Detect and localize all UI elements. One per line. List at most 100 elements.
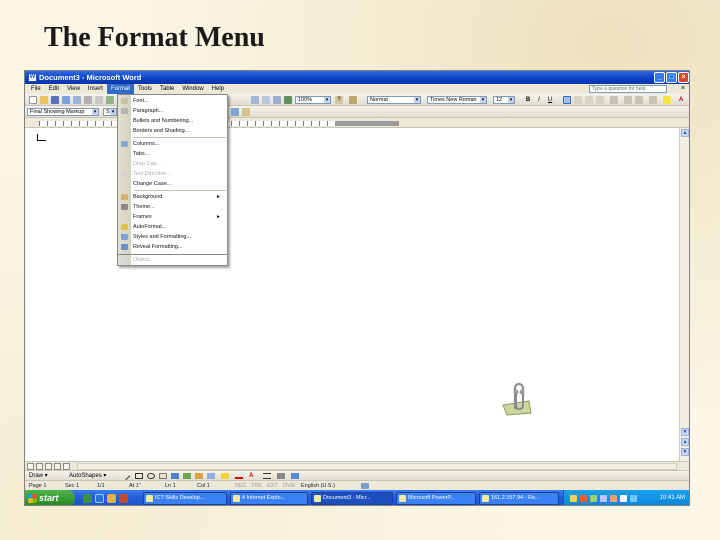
menu-tools[interactable]: Tools [134, 84, 156, 94]
wordart-icon[interactable] [171, 473, 179, 479]
task-document3-word[interactable]: Document3 - Micr... [311, 492, 393, 505]
word-app-icon[interactable]: W [28, 73, 37, 82]
bullets-icon[interactable] [635, 96, 643, 104]
menu-view[interactable]: View [63, 84, 84, 94]
columns-icon[interactable] [273, 96, 281, 104]
indent-icon[interactable] [649, 96, 657, 104]
office-assistant-paperclip-icon[interactable] [495, 381, 535, 417]
previous-page-icon[interactable]: ▲ [681, 438, 689, 446]
menu-item-borders-shading[interactable]: Borders and Shading... [118, 126, 227, 136]
vertical-scrollbar[interactable]: ▲ ▼ ▲ ▼ [679, 128, 689, 461]
menu-item-bullets-numbering[interactable]: Bullets and Numbering... [118, 116, 227, 126]
align-right-icon[interactable] [585, 96, 593, 104]
close-window-button[interactable]: × [678, 72, 689, 83]
numbering-icon[interactable] [624, 96, 632, 104]
next-page-icon[interactable]: ▼ [681, 448, 689, 456]
menu-item-frames[interactable]: Frames ► [118, 212, 227, 222]
menu-item-theme[interactable]: Theme... [118, 202, 227, 212]
spelling-icon[interactable] [106, 96, 114, 104]
quicklaunch-desktop-icon[interactable] [83, 494, 92, 503]
shadow-icon[interactable] [277, 473, 285, 479]
insert-excel-icon[interactable] [262, 96, 270, 104]
window-titlebar[interactable]: W Document3 - Microsoft Word _ □ × [25, 71, 689, 84]
show-markup-menu[interactable]: Show [103, 108, 117, 116]
menu-file[interactable]: File [27, 84, 45, 94]
tray-icon-1[interactable] [570, 495, 577, 502]
menu-insert[interactable]: Insert [84, 84, 107, 94]
new-document-icon[interactable] [29, 96, 37, 104]
normal-view-button[interactable] [27, 463, 34, 470]
font-size-select[interactable]: 12 [493, 96, 515, 104]
web-layout-button[interactable] [36, 463, 43, 470]
line-color-icon[interactable] [235, 473, 243, 479]
print-layout-button[interactable] [45, 463, 52, 470]
email-icon[interactable] [73, 96, 81, 104]
style-select[interactable]: Normal [367, 96, 421, 104]
line-style-icon[interactable] [263, 473, 271, 479]
start-button[interactable]: start [25, 490, 75, 505]
display-for-review-select[interactable]: Final Showing Markup [27, 108, 99, 116]
zoom-select[interactable]: 100% [295, 96, 331, 104]
menu-item-background[interactable]: Background ► [118, 192, 227, 202]
font-color-icon[interactable]: A [677, 96, 685, 104]
textbox-tool-icon[interactable] [159, 473, 167, 479]
task-remote-desktop[interactable]: 161.2.157.94 - Re... [479, 492, 559, 505]
menu-item-styles-formatting[interactable]: Styles and Formatting... [118, 232, 227, 242]
print-preview-icon[interactable] [95, 96, 103, 104]
menu-item-autoformat[interactable]: AutoFormat... [118, 222, 227, 232]
table-icon[interactable] [251, 96, 259, 104]
drawing-icon[interactable] [284, 96, 292, 104]
line-spacing-icon[interactable] [610, 96, 618, 104]
quicklaunch-ie-icon[interactable] [95, 494, 104, 503]
oval-tool-icon[interactable] [147, 473, 155, 479]
track-changes-icon[interactable] [231, 108, 239, 116]
save-icon[interactable] [51, 96, 59, 104]
diagram-icon[interactable] [183, 473, 191, 479]
ask-question-input[interactable]: Type a question for help [589, 85, 667, 93]
3d-style-icon[interactable] [291, 473, 299, 479]
tray-icon-6[interactable] [620, 495, 627, 502]
outline-view-button[interactable] [54, 463, 61, 470]
tray-icon-3[interactable] [590, 495, 597, 502]
picture-icon[interactable] [207, 473, 215, 479]
permission-icon[interactable] [62, 96, 70, 104]
quicklaunch-media-icon[interactable] [119, 494, 128, 503]
print-icon[interactable] [84, 96, 92, 104]
bold-button[interactable]: B [524, 96, 532, 104]
menu-window[interactable]: Window [178, 84, 207, 94]
menu-item-paragraph[interactable]: Paragraph... [118, 106, 227, 116]
justify-icon[interactable] [596, 96, 604, 104]
menu-item-font[interactable]: Font... [118, 96, 227, 106]
menu-table[interactable]: Table [156, 84, 178, 94]
rectangle-tool-icon[interactable] [135, 473, 143, 479]
tray-icon-2[interactable] [580, 495, 587, 502]
taskbar-clock[interactable]: 10:41 AM [660, 490, 685, 505]
underline-button[interactable]: U [546, 96, 554, 104]
close-document-button[interactable]: × [681, 84, 685, 94]
maximize-button[interactable]: □ [666, 72, 677, 83]
menu-edit[interactable]: Edit [45, 84, 63, 94]
menu-item-reveal-formatting[interactable]: Reveal Formatting... [118, 242, 227, 252]
menu-format[interactable]: Format [106, 84, 134, 94]
horizontal-scrollbar[interactable] [77, 463, 677, 470]
task-powerpoint[interactable]: Microsoft PowerP... [396, 492, 476, 505]
line-tool-icon[interactable] [121, 471, 131, 481]
scroll-down-icon[interactable]: ▼ [681, 428, 689, 436]
task-ict-skills[interactable]: ICT Skills Develop... [143, 492, 227, 505]
italic-button[interactable]: I [535, 96, 543, 104]
reading-layout-button[interactable] [63, 463, 70, 470]
styles-pane-icon[interactable] [349, 96, 357, 104]
tray-icon-5[interactable] [610, 495, 617, 502]
align-center-icon[interactable] [574, 96, 582, 104]
help-icon[interactable]: ? [335, 96, 343, 104]
tray-icon-4[interactable] [600, 495, 607, 502]
menu-item-change-case[interactable]: Change Case... [118, 179, 227, 189]
scroll-up-icon[interactable]: ▲ [681, 129, 689, 137]
align-left-icon[interactable] [563, 96, 571, 104]
task-internet-explorer[interactable]: 4 Internet Explo... [230, 492, 308, 505]
quicklaunch-folder-icon[interactable] [107, 494, 116, 503]
highlight-icon[interactable] [663, 96, 671, 104]
tray-icon-7[interactable] [630, 495, 637, 502]
open-folder-icon[interactable] [40, 96, 48, 104]
spelling-status-icon[interactable] [361, 483, 369, 489]
